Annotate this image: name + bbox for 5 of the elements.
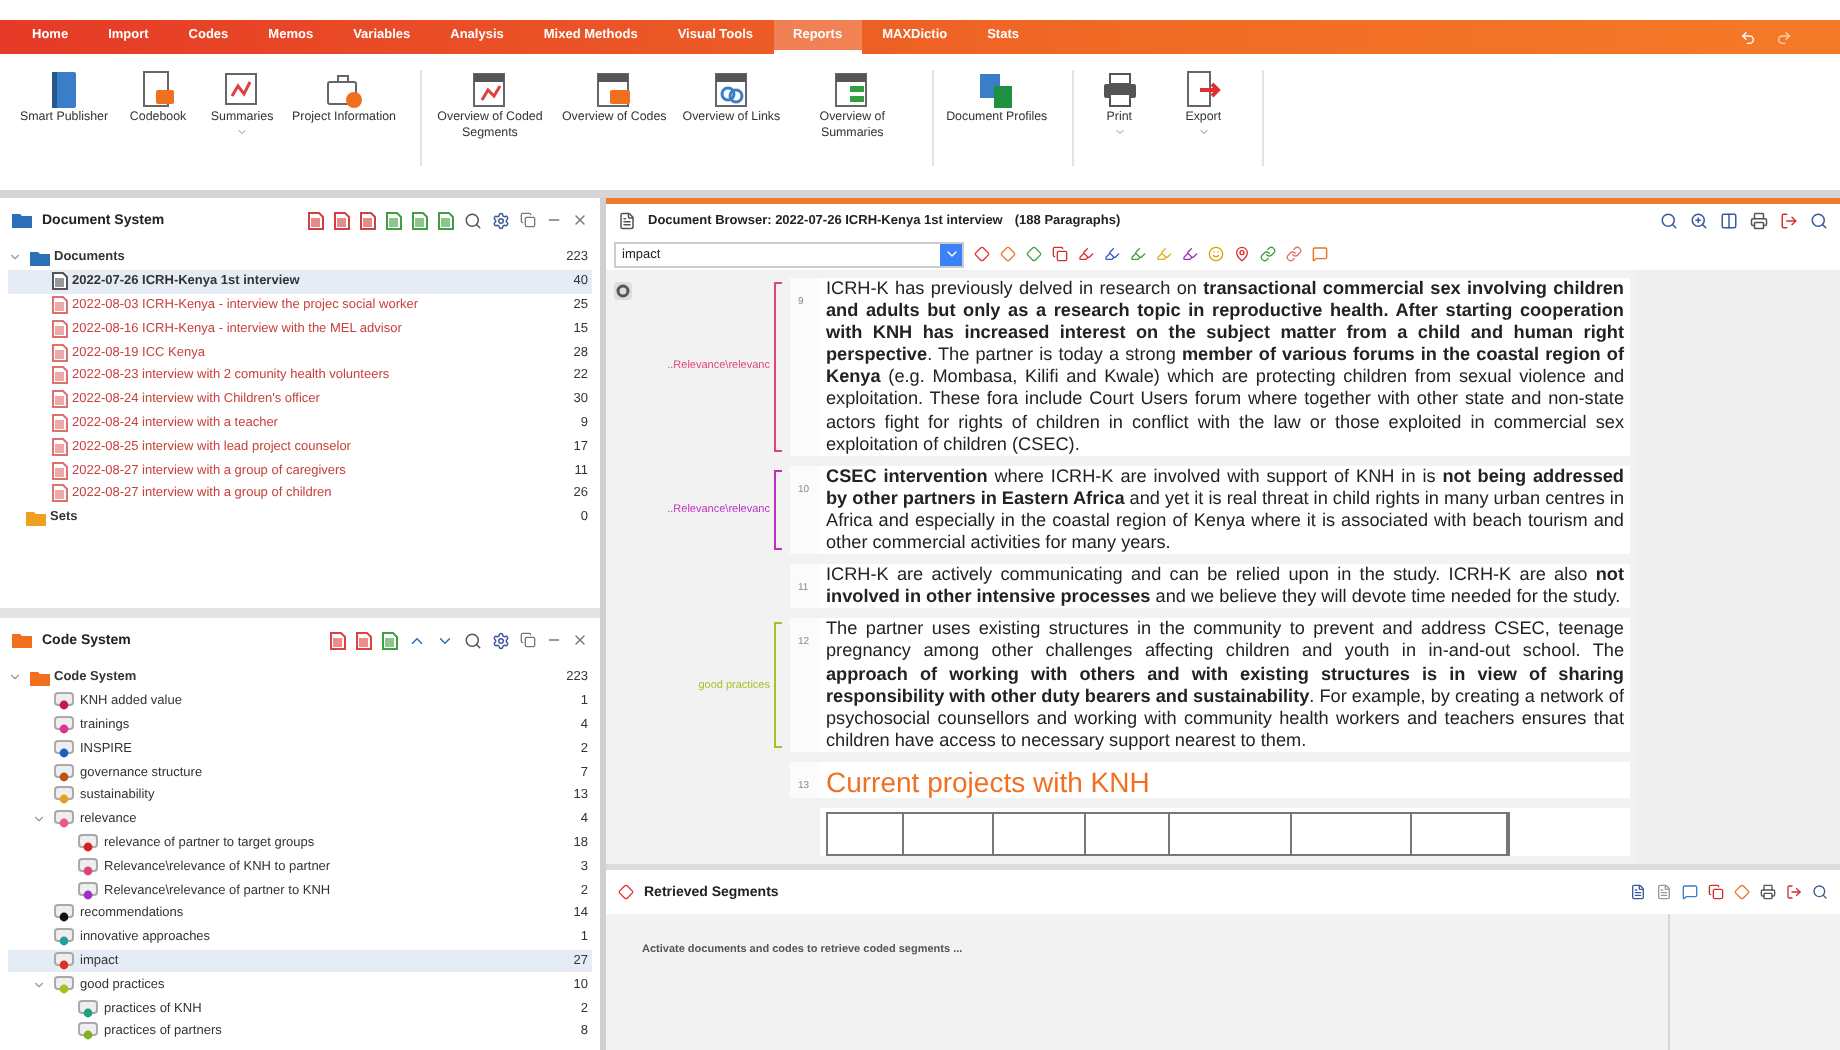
paragraph-text: ICRH-K has previously delved in research on transactional commercial sex involving children and adults but only as a research topic in reproductive health. After starting cooperation with KNH has increased interest on the subject matter from a child and human right perspective. The partner is today a strong member of various forums in the coastal region of Kenya (e.g. Mombasa, Kilifi and Kwale) which are protecting children from sexual violence and exploitation. These fora include Court Users forum where together with other state and non-state actors fight for rights of children in conflict with the law or those exploited in commercial sex exploitation of children (CSEC). — [826, 278, 1624, 456]
paragraph-text: ICRH-K are actively communicating and can be relied upon in the study. ICRH-K are also not involved in other intensive processes and we believe they will devote time needed for the study. — [826, 564, 1624, 609]
section-heading: Current projects with KNH — [826, 763, 1152, 798]
paragraph-text: The partner uses existing structures in the community to prevent and address CSEC, teenage pregnancy among other challenges affecting children and youth in in-and-out school. The approach of working with others and with existing structures is in view of sharing responsibility with other duty bearers and sustainability. For example, by creating a network of psychosocial counsellors and working with community health workers and teachers ensures that children have access to necessary support nearest to them. — [826, 618, 1624, 752]
paragraph-text: CSEC intervention where ICRH-K are involved with support of KNH in is not being addressed by other partners in Eastern Africa and yet it is real threat in child rights in many urban centres in Africa and especially in the coastal region of Kenya where it is associated with beach tourism and other commercial activities for many years. — [826, 465, 1624, 555]
